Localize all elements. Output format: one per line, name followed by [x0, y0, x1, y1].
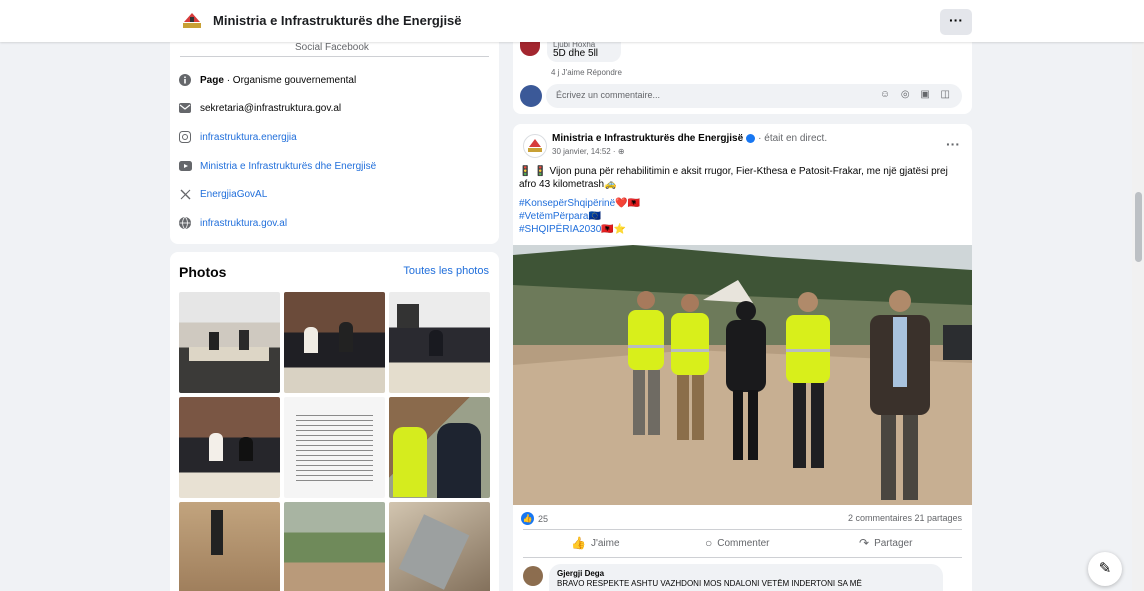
photo-thumbnail[interactable]: [179, 292, 280, 393]
photo-thumbnail[interactable]: [179, 397, 280, 498]
website-link[interactable]: infrastruktura.gov.al: [200, 218, 287, 229]
photo-thumbnail[interactable]: [389, 502, 490, 591]
comment-placeholder: Écrivez un commentaire...: [556, 90, 661, 100]
instagram-row: infrastruktura.energjia: [178, 129, 297, 145]
post-stats[interactable]: 2 commentaires 21 partages: [848, 513, 962, 523]
compose-icon: ✎: [1098, 560, 1112, 577]
like-label: J'aime: [590, 537, 620, 549]
ministry-logo-icon: [528, 139, 542, 152]
page-title[interactable]: Ministria e Infrastrukturës dhe Energjis…: [213, 13, 462, 28]
see-all-photos-link[interactable]: Toutes les photos: [403, 265, 489, 277]
twitter-link[interactable]: EnergjiaGovAL: [200, 189, 267, 200]
author-avatar[interactable]: [523, 134, 547, 158]
photo-thumbnail[interactable]: [284, 292, 385, 393]
page-scrollbar[interactable]: [1132, 42, 1144, 591]
hashtag[interactable]: #VetëmPërpara🇪🇺: [519, 210, 640, 223]
post-author-name[interactable]: Ministria e Infrastrukturës dhe Energjis…: [552, 133, 743, 144]
youtube-icon: [178, 159, 192, 173]
email-icon: [178, 101, 192, 115]
like-button[interactable]: 👍 J'aime: [571, 536, 620, 550]
post-timestamp[interactable]: 30 janvier, 14:52 · ⊕: [552, 147, 625, 156]
previous-post-card: Ljubi Hoxha 5D dhe 5ll 4 j J'aime Répond…: [513, 40, 972, 114]
photo-thumbnail[interactable]: [284, 397, 385, 498]
more-options-button[interactable]: ···: [940, 9, 972, 35]
hashtag[interactable]: #KonsepërShqipërinë❤️🇦🇱: [519, 197, 640, 210]
divider: [523, 557, 962, 558]
ministry-logo-icon: [183, 13, 201, 28]
globe-icon: [178, 216, 192, 230]
reaction-summary[interactable]: 👍 25: [521, 512, 548, 525]
email-text[interactable]: sekretaria@infrastruktura.gov.al: [200, 103, 341, 114]
live-status: · était en direct.: [758, 133, 828, 144]
thumbs-up-icon: 👍: [571, 536, 586, 550]
website-row: infrastruktura.gov.al: [178, 215, 287, 231]
share-label: Partager: [874, 537, 913, 549]
photos-card: Photos Toutes les photos: [170, 252, 499, 591]
scrollbar-thumb[interactable]: [1135, 192, 1142, 262]
intro-card: Social Facebook Page · Organisme gouvern…: [170, 42, 499, 244]
photo-thumbnail[interactable]: [284, 502, 385, 591]
photos-heading: Photos: [179, 264, 227, 280]
divider: [523, 529, 962, 530]
commenter-name[interactable]: Gjergji Dega: [557, 569, 604, 578]
post-options-button[interactable]: ···: [946, 136, 960, 152]
new-message-button[interactable]: ✎: [1088, 552, 1122, 586]
post-hashtags: #KonsepërShqipërinë❤️🇦🇱 #VetëmPërpara🇪🇺 …: [519, 197, 640, 236]
youtube-row: Ministria e Infrastrukturës dhe Energjis…: [178, 158, 376, 174]
hashtag[interactable]: #SHQIPËRIA2030🇦🇱⭐: [519, 223, 640, 236]
instagram-icon: [178, 130, 192, 144]
main-post-card: Ministria e Infrastrukturës dhe Energjis…: [513, 124, 972, 591]
post-photo[interactable]: [513, 245, 972, 505]
share-arrow-icon: ↷: [859, 536, 870, 550]
page-header-bar: Ministria e Infrastrukturës dhe Energjis…: [0, 0, 1144, 42]
like-reaction-icon: 👍: [521, 512, 534, 525]
comment-text: 5D dhe 5ll: [553, 48, 599, 59]
twitter-row: EnergjiaGovAL: [178, 186, 267, 202]
comment-bubble-icon: ○: [705, 536, 713, 550]
my-avatar: [520, 85, 542, 107]
commenter-avatar[interactable]: [523, 566, 543, 586]
comment-text: BRAVO RESPEKTE ASHTU VAZHDONI MOS NDALON…: [557, 579, 862, 588]
share-button[interactable]: ↷ Partager: [859, 536, 912, 550]
commenter-avatar[interactable]: [520, 42, 540, 56]
comment-tool-icons[interactable]: ☺ ◎ ▣ ◫: [880, 89, 954, 100]
category-value: · Organisme gouvernemental: [226, 74, 357, 86]
photo-thumbnail[interactable]: [389, 397, 490, 498]
x-twitter-icon: [178, 187, 192, 201]
divider: [180, 56, 489, 57]
email-row: sekretaria@infrastruktura.gov.al: [178, 100, 341, 116]
comment-input[interactable]: Écrivez un commentaire... ☺ ◎ ▣ ◫: [546, 84, 962, 108]
comment-button[interactable]: ○ Commenter: [705, 536, 770, 550]
post-text: 🚦 🚦 Vijon puna për rehabilitimin e aksit…: [519, 166, 948, 190]
comment-actions[interactable]: 4 j J'aime Répondre: [551, 68, 622, 77]
category-row: Page · Organisme gouvernemental: [178, 72, 356, 88]
reaction-count: 25: [538, 513, 549, 524]
youtube-link[interactable]: Ministria e Infrastrukturës dhe Energjis…: [200, 161, 376, 172]
verified-badge-icon: [746, 133, 756, 143]
post-author: Ministria e Infrastrukturës dhe Energjis…: [552, 133, 827, 144]
instagram-link[interactable]: infrastruktura.energjia: [200, 132, 297, 143]
info-icon: [178, 73, 192, 87]
photo-thumbnail[interactable]: [389, 292, 490, 393]
category-label: Page: [200, 74, 224, 86]
comment-label: Commenter: [717, 537, 770, 549]
photo-thumbnail[interactable]: [179, 502, 280, 591]
photos-grid: [179, 292, 490, 591]
intro-cut-text: Social Facebook: [295, 42, 369, 53]
